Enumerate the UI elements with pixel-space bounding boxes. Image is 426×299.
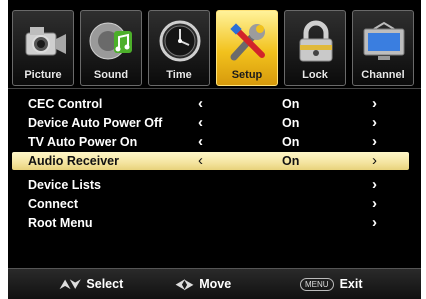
right-arrow-icon[interactable]: › xyxy=(372,133,377,150)
menu-item-root-menu[interactable]: Root Menu › xyxy=(8,214,421,232)
item-value: On xyxy=(282,116,300,130)
item-label: Audio Receiver xyxy=(28,154,120,168)
right-arrow-icon[interactable]: › xyxy=(372,195,377,212)
left-right-icon: ⮜⮞ xyxy=(176,277,194,291)
menu-item-audio-receiver[interactable]: Audio Receiver ‹ On › xyxy=(12,152,409,170)
tab-label: Time xyxy=(166,69,192,81)
left-arrow-icon[interactable]: ‹ xyxy=(198,133,203,150)
tab-label: Channel xyxy=(361,69,405,81)
move-hint: ⮜⮞ Move xyxy=(176,277,231,292)
clock-icon xyxy=(159,20,201,62)
menu-item-device-auto-power-off[interactable]: Device Auto Power Off ‹ On › xyxy=(8,114,421,132)
tab-channel[interactable]: Channel xyxy=(352,10,414,86)
item-label: CEC Control xyxy=(28,97,103,111)
screen: Picture Sound Time Setup Lock Channel CE… xyxy=(0,0,426,299)
menu-tabs: Picture Sound Time Setup Lock Channel xyxy=(8,10,421,86)
tab-picture[interactable]: Picture xyxy=(12,10,74,86)
select-hint: ⮝⮟ Select xyxy=(60,277,123,292)
move-label: Move xyxy=(199,277,232,291)
tools-icon xyxy=(230,23,265,61)
monitor-icon xyxy=(363,21,405,60)
exit-label: Exit xyxy=(339,277,363,291)
select-label: Select xyxy=(86,277,124,291)
menu-item-connect[interactable]: Connect › xyxy=(8,195,421,213)
setup-menu: CEC Control ‹ On › Device Auto Power Off… xyxy=(8,88,421,265)
tab-label: Picture xyxy=(24,69,62,81)
tab-label: Lock xyxy=(302,69,328,81)
up-down-icon: ⮝⮟ xyxy=(60,277,81,291)
camera-icon xyxy=(25,27,66,56)
footer-hints: ⮝⮟ Select ⮜⮞ Move MENU Exit xyxy=(8,268,421,299)
menu-key-icon: MENU xyxy=(300,278,334,291)
item-value: On xyxy=(282,154,300,168)
item-label: TV Auto Power On xyxy=(28,135,138,149)
tab-setup[interactable]: Setup xyxy=(216,10,278,86)
menu-item-cec-control[interactable]: CEC Control ‹ On › xyxy=(8,95,421,113)
right-arrow-icon[interactable]: › xyxy=(372,114,377,131)
tab-label: Sound xyxy=(93,69,129,81)
music-note-icon xyxy=(89,22,132,60)
tab-sound[interactable]: Sound xyxy=(80,10,142,86)
item-label: Device Lists xyxy=(28,178,101,192)
left-arrow-icon[interactable]: ‹ xyxy=(198,152,203,169)
menu-item-tv-auto-power-on[interactable]: TV Auto Power On ‹ On › xyxy=(8,133,421,151)
item-label: Connect xyxy=(28,197,78,211)
tv-osd: Picture Sound Time Setup Lock Channel CE… xyxy=(8,0,421,299)
right-arrow-icon[interactable]: › xyxy=(372,176,377,193)
tab-lock[interactable]: Lock xyxy=(284,10,346,86)
right-arrow-icon[interactable]: › xyxy=(372,214,377,231)
menu-item-device-lists[interactable]: Device Lists › xyxy=(8,176,421,194)
padlock-icon xyxy=(299,20,333,62)
item-label: Device Auto Power Off xyxy=(28,116,163,130)
tab-label: Setup xyxy=(231,69,263,81)
exit-hint: MENU Exit xyxy=(300,277,363,291)
left-arrow-icon[interactable]: ‹ xyxy=(198,114,203,131)
right-arrow-icon[interactable]: › xyxy=(372,152,377,169)
item-value: On xyxy=(282,135,300,149)
item-label: Root Menu xyxy=(28,216,93,230)
item-value: On xyxy=(282,97,300,111)
right-arrow-icon[interactable]: › xyxy=(372,95,377,112)
left-arrow-icon[interactable]: ‹ xyxy=(198,95,203,112)
tab-time[interactable]: Time xyxy=(148,10,210,86)
